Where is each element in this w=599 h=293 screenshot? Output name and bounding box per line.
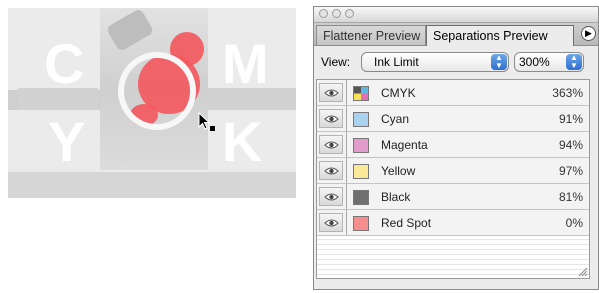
letter-c: C	[44, 32, 85, 95]
resize-grip-icon[interactable]	[576, 265, 588, 277]
separation-row-black[interactable]: Black 81%	[317, 184, 589, 210]
separation-value: 81%	[558, 190, 583, 204]
ink-limit-value: 300%	[519, 55, 550, 69]
separation-value: 94%	[558, 138, 583, 152]
color-swatch	[353, 190, 369, 205]
panel-titlebar[interactable]	[314, 7, 598, 23]
row-divider	[346, 210, 347, 235]
color-swatch	[353, 164, 369, 179]
separation-name: Red Spot	[381, 216, 432, 230]
row-divider	[346, 106, 347, 131]
separation-name: Yellow	[381, 164, 416, 178]
separation-row-cyan[interactable]: Cyan 91%	[317, 106, 589, 132]
arrow-cursor-icon	[198, 112, 215, 131]
color-swatch	[353, 86, 369, 101]
separations-preview-panel: Flattener Preview Separations Preview ▶ …	[313, 6, 599, 290]
minimize-button[interactable]	[332, 9, 341, 18]
eye-icon[interactable]	[319, 161, 343, 180]
view-select[interactable]: Ink Limit ▲ ▼	[361, 52, 509, 72]
color-swatch	[353, 216, 369, 231]
separation-name: Magenta	[381, 138, 428, 152]
separation-row-red-spot[interactable]: Red Spot 0%	[317, 210, 589, 236]
tab-separations-preview[interactable]: Separations Preview	[426, 25, 574, 46]
panel-tabs: Flattener Preview Separations Preview ▶	[314, 23, 598, 46]
row-divider	[346, 132, 347, 157]
zoom-button[interactable]	[345, 9, 354, 18]
view-select-value: Ink Limit	[374, 55, 419, 69]
separation-name: CMYK	[381, 86, 416, 100]
eye-icon[interactable]	[319, 187, 343, 206]
view-label: View:	[321, 55, 351, 69]
separation-value: 97%	[558, 164, 583, 178]
updown-arrows-icon: ▲ ▼	[566, 54, 582, 70]
separation-row-magenta[interactable]: Magenta 94%	[317, 132, 589, 158]
tab-flattener-preview[interactable]: Flattener Preview	[316, 25, 426, 45]
letter-m: M	[222, 32, 269, 95]
separation-value: 91%	[558, 112, 583, 126]
updown-arrows-icon: ▲ ▼	[491, 54, 507, 70]
astronaut-arm	[105, 8, 155, 53]
separation-row-yellow[interactable]: Yellow 97%	[317, 158, 589, 184]
row-divider	[346, 184, 347, 209]
eye-icon[interactable]	[319, 109, 343, 128]
view-controls: View: Ink Limit ▲ ▼ 300% ▲ ▼	[314, 47, 598, 77]
letter-y: Y	[48, 110, 86, 173]
color-swatch	[353, 138, 369, 153]
astronaut-photo	[100, 8, 208, 170]
separation-value: 363%	[552, 86, 583, 100]
eye-icon[interactable]	[319, 83, 343, 102]
eye-icon[interactable]	[319, 213, 343, 232]
ink-limit-select[interactable]: 300% ▲ ▼	[514, 52, 584, 72]
separation-row-cmyk[interactable]: CMYK 363%	[317, 80, 589, 106]
color-swatch	[353, 112, 369, 127]
letter-k: K	[222, 110, 263, 173]
separation-value: 0%	[565, 216, 583, 230]
row-divider	[346, 158, 347, 183]
astronaut-helmet	[118, 52, 196, 130]
artwork-bottom-strip	[8, 172, 296, 198]
separations-list: CMYK 363% Cyan 91% Magenta 94% Yellow 97% Black 8…	[316, 79, 590, 279]
separation-name: Black	[381, 190, 411, 204]
eye-icon[interactable]	[319, 135, 343, 154]
panel-menu-icon[interactable]: ▶	[581, 26, 596, 41]
close-button[interactable]	[319, 9, 328, 18]
separation-name: Cyan	[381, 112, 410, 126]
artwork-preview: C M Y K	[8, 8, 296, 198]
row-divider	[346, 80, 347, 105]
